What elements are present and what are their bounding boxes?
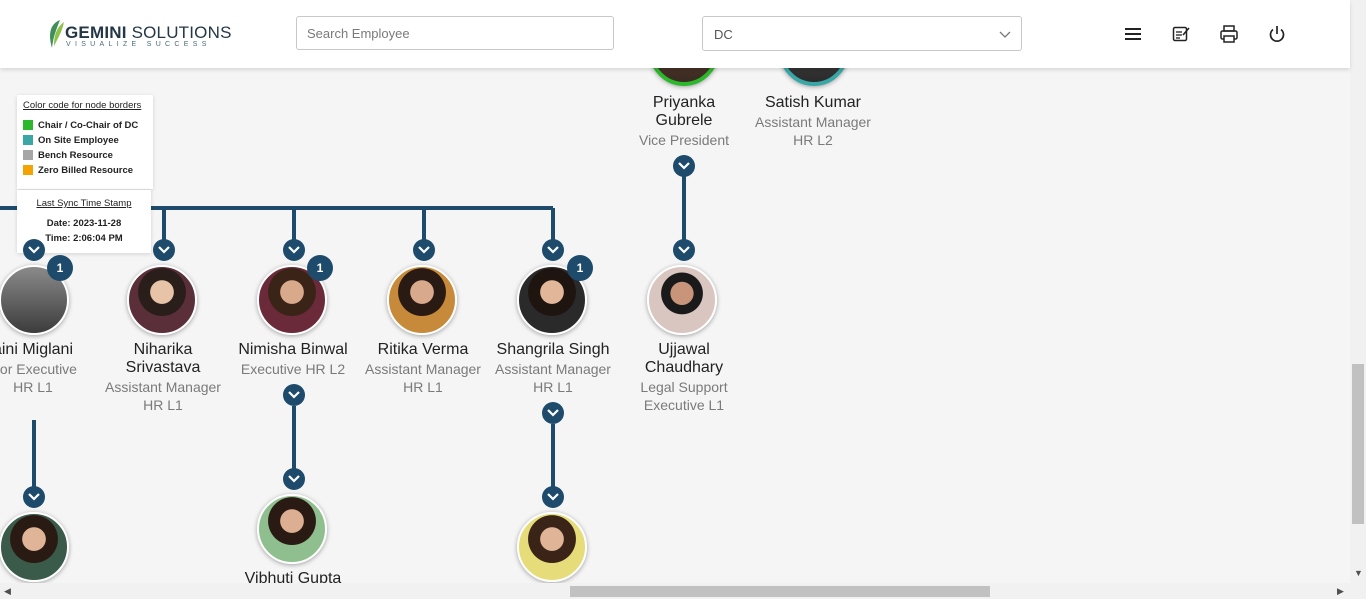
sync-date: Date: 2023-11-28: [46, 218, 122, 229]
logo-tagline: VISUALIZE SUCCESS: [66, 41, 211, 48]
chevron-down-icon: [158, 246, 170, 254]
legend-swatch: [23, 165, 33, 175]
avatar[interactable]: [647, 265, 717, 335]
employee-title: Assistant Manager HR L1: [495, 361, 611, 395]
collapse-toggle-button[interactable]: [283, 468, 305, 490]
collapse-toggle-button[interactable]: [413, 239, 435, 261]
collapse-toggle-button[interactable]: [153, 239, 175, 261]
collapse-toggle-button[interactable]: [542, 402, 564, 424]
collapse-toggle-button[interactable]: [283, 384, 305, 406]
legend-title: Color code for node borders: [23, 100, 142, 111]
department-select-value: DC: [714, 27, 733, 42]
vertical-scroll-thumb[interactable]: [1352, 364, 1364, 524]
chevron-down-icon: [678, 246, 690, 254]
employee-name: Nimisha Binwal: [238, 341, 348, 358]
report-count-badge[interactable]: 1: [307, 255, 333, 281]
power-icon[interactable]: [1266, 23, 1288, 45]
chevron-down-icon: [288, 391, 300, 399]
employee-name: Ritika Verma: [377, 341, 469, 358]
leaf-logo-icon: [50, 20, 64, 48]
avatar[interactable]: [257, 494, 327, 564]
report-count-badge[interactable]: 1: [567, 255, 593, 281]
search-employee-input[interactable]: [296, 16, 614, 50]
legend-item: Bench Resource: [23, 150, 113, 162]
horizontal-scroll-thumb[interactable]: [570, 586, 990, 597]
logo-brand-rest: SOLUTIONS: [126, 23, 232, 42]
employee-name: Satish Kumar: [764, 94, 862, 111]
employee-title: Legal Support Executive L1: [640, 379, 728, 413]
chevron-down-icon: [418, 246, 430, 254]
company-logo[interactable]: GEMINI SOLUTIONS VISUALIZE SUCCESS: [46, 17, 231, 51]
printer-icon[interactable]: [1218, 23, 1240, 45]
app-header: GEMINI SOLUTIONS VISUALIZE SUCCESS DC: [0, 0, 1350, 68]
chevron-down-icon: [999, 31, 1011, 38]
report-count-badge[interactable]: 1: [47, 255, 73, 281]
logo-brand-bold: GEMINI: [65, 23, 127, 42]
legend-item: Zero Billed Resource: [23, 165, 133, 177]
employee-name: Vibhuti Gupta: [244, 570, 342, 583]
collapse-toggle-button[interactable]: [283, 239, 305, 261]
collapse-toggle-button[interactable]: [23, 239, 45, 261]
legend-swatch: [23, 135, 33, 145]
avatar[interactable]: [0, 512, 69, 582]
employee-name: Shangrila Singh: [496, 341, 610, 358]
employee-title: nior ExecutiveHR L1: [0, 361, 77, 395]
employee-name: Niharika Srivastava: [125, 341, 201, 376]
sync-title: Last Sync Time Stamp: [36, 198, 132, 209]
scroll-left-arrow-icon[interactable]: ◀: [4, 586, 11, 597]
chevron-down-icon: [288, 246, 300, 254]
horizontal-scrollbar[interactable]: ◀ ▶: [0, 583, 1350, 599]
legend-item: On Site Employee: [23, 135, 119, 147]
avatar[interactable]: [127, 265, 197, 335]
employee-title: Vice President: [638, 132, 729, 148]
chevron-down-icon: [547, 409, 559, 417]
collapse-toggle-button[interactable]: [673, 155, 695, 177]
vertical-scrollbar[interactable]: ▼: [1350, 0, 1366, 599]
employee-name: Priyanka Gubrele: [652, 94, 716, 129]
employee-title: Assistant Manager HR L1: [105, 379, 221, 413]
notes-icon[interactable]: [1170, 23, 1192, 45]
collapse-toggle-button[interactable]: [542, 239, 564, 261]
department-select[interactable]: DC: [702, 16, 1022, 51]
chevron-down-icon: [28, 493, 40, 501]
legend-swatch: [23, 150, 33, 160]
avatar[interactable]: [387, 265, 457, 335]
chevron-down-icon: [678, 162, 690, 170]
employee-name: Ujjawal Chaudhary: [644, 341, 724, 376]
chevron-down-icon: [547, 493, 559, 501]
legend-swatch: [23, 120, 33, 130]
scroll-right-arrow-icon[interactable]: ▶: [1337, 586, 1344, 597]
collapse-toggle-button[interactable]: [542, 486, 564, 508]
collapse-toggle-button[interactable]: [23, 486, 45, 508]
chevron-down-icon: [288, 475, 300, 483]
employee-title: Assistant Manager HR L1: [365, 361, 481, 395]
employee-name: aini Miglani: [0, 341, 74, 358]
border-color-legend: Color code for node borders Chair / Co-C…: [17, 95, 153, 189]
org-chart-canvas[interactable]: Priyanka Gubrele Vice President Satish K…: [0, 68, 1350, 583]
chevron-down-icon: [28, 246, 40, 254]
employee-title: Assistant Manager HR L2: [755, 114, 871, 148]
chevron-down-icon: [547, 246, 559, 254]
menu-icon[interactable]: [1122, 23, 1144, 45]
avatar[interactable]: [517, 512, 587, 582]
employee-title: Executive HR L2: [240, 361, 346, 377]
scroll-down-arrow-icon[interactable]: ▼: [1354, 568, 1363, 578]
legend-item: Chair / Co-Chair of DC: [23, 120, 138, 132]
collapse-toggle-button[interactable]: [673, 239, 695, 261]
